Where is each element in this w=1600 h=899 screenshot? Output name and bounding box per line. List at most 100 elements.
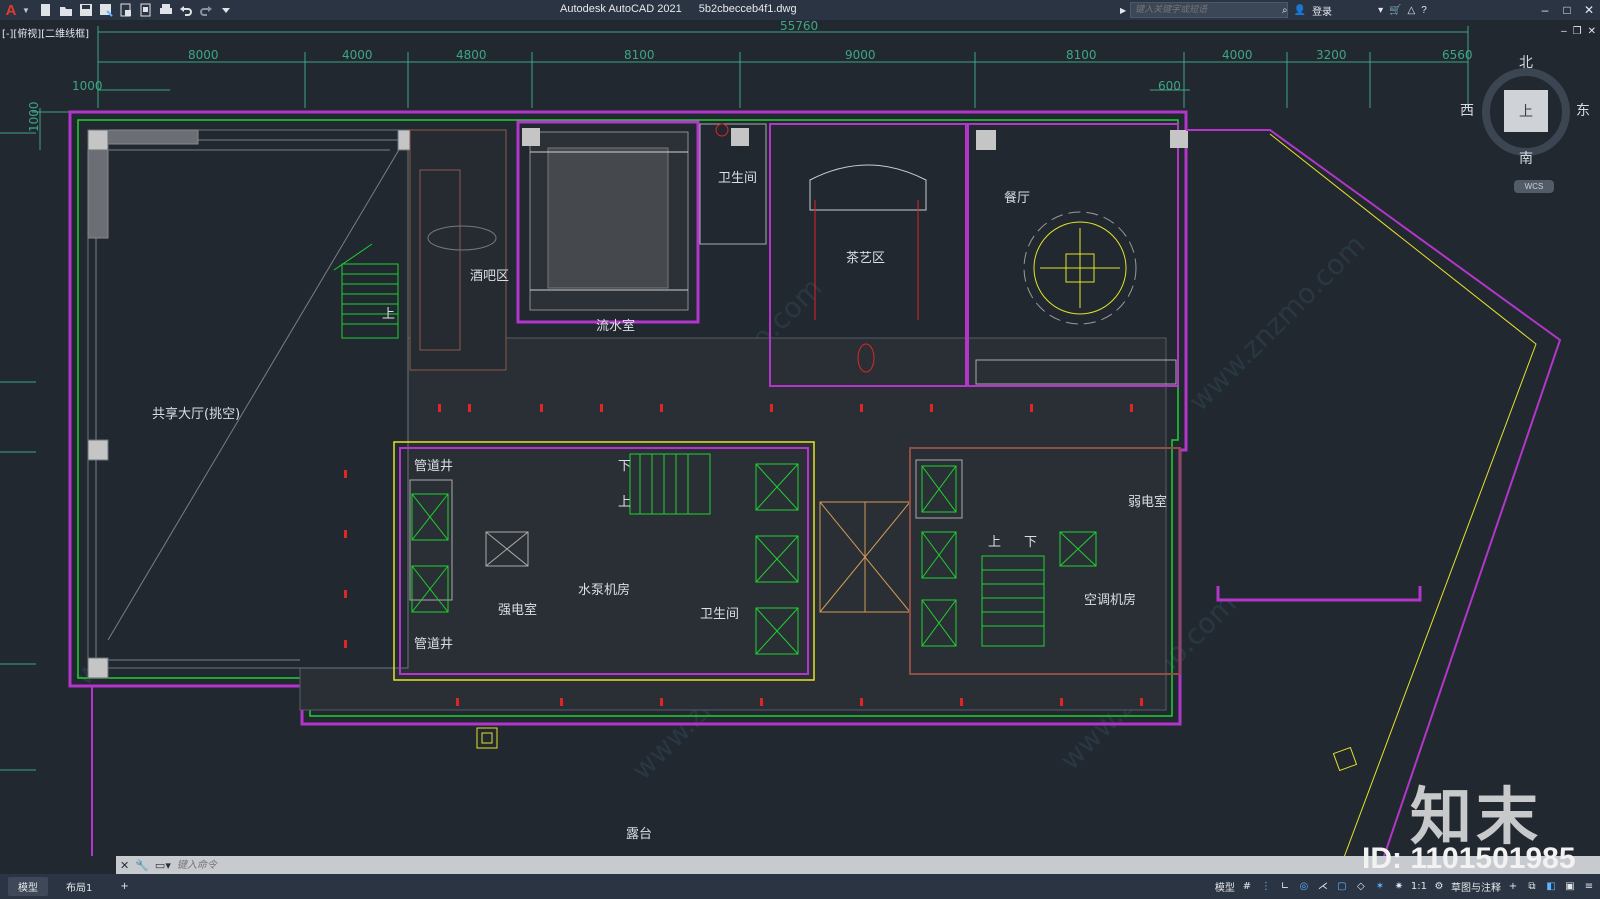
room-label-tea-area: 茶艺区 — [846, 250, 885, 266]
workspace-gear-icon[interactable]: ⚙ — [1432, 878, 1446, 894]
dim-label: 4000 — [1222, 48, 1253, 62]
stair-up-label-core: 上 — [618, 495, 631, 510]
annotation-visibility-icon[interactable]: ✶ — [1373, 878, 1387, 894]
annotation-scale-button[interactable]: 1:1 — [1411, 878, 1427, 894]
tab-model[interactable]: 模型 — [8, 877, 48, 896]
dim-label: 4800 — [456, 48, 487, 62]
title-bar: A ▼ Autodesk AutoCAD 2021 5b2cbecceb4f1.… — [0, 0, 1600, 20]
doc-close-icon[interactable]: ✕ — [1588, 26, 1596, 37]
search-input[interactable] — [1130, 2, 1289, 18]
add-layout-icon[interactable]: + — [110, 879, 138, 894]
quick-properties-icon[interactable]: ⧉ — [1525, 878, 1539, 894]
clean-screen-icon[interactable]: ▣ — [1563, 878, 1577, 894]
open-web-icon[interactable] — [118, 2, 134, 18]
skylight — [819, 501, 911, 613]
isolate-objects-icon[interactable]: ◧ — [1544, 878, 1558, 894]
atrium-void — [87, 129, 419, 679]
status-toggles: 模型 # ⋮ ∟ ◎ ⋌ ▢ ◇ ✶ ✷ 1:1 ⚙ 草图与注释 + ⧉ ◧ ▣… — [1215, 878, 1596, 894]
close-command-line-icon[interactable]: ✕ — [120, 859, 129, 872]
file-name: 5b2cbecceb4f1.dwg — [698, 3, 797, 15]
ortho-icon[interactable]: ∟ — [1278, 878, 1292, 894]
dim-overall: 55760 — [780, 20, 818, 33]
open-folder-icon[interactable] — [58, 2, 74, 18]
dim-label: 9000 — [845, 48, 876, 62]
dim-label: 8000 — [188, 48, 219, 62]
doc-restore-icon[interactable]: ❐ — [1573, 26, 1582, 37]
viewport-controls-label[interactable]: [-][俯视][二维线框] — [2, 25, 89, 40]
customize-wrench-icon[interactable]: 🔧 — [135, 859, 149, 872]
room-label-atrium: 共享大厅(挑空) — [152, 406, 240, 422]
room-label-strong-elec: 强电室 — [498, 602, 537, 618]
quick-access-toolbar — [38, 2, 234, 18]
cart-icon[interactable]: 🛒 — [1389, 5, 1401, 16]
room-label-wc-mid: 卫生间 — [700, 607, 739, 622]
room-label-bar: 酒吧区 — [470, 269, 509, 284]
polar-icon[interactable]: ◎ — [1297, 878, 1311, 894]
customize-menu-icon[interactable]: ≡ — [1582, 878, 1596, 894]
brand-id-text: ID: 1101501985 — [1362, 842, 1576, 875]
workspace-switch-button[interactable]: 草图与注释 — [1451, 878, 1501, 894]
login-caret-icon[interactable]: ▾ — [1378, 5, 1383, 16]
stair-up-label: 上 — [382, 307, 395, 322]
room-label-wc-top: 卫生间 — [718, 171, 757, 186]
room-label-terrace: 露台 — [626, 827, 652, 842]
maximize-icon[interactable]: □ — [1556, 0, 1578, 20]
save-web-icon[interactable] — [138, 2, 154, 18]
compass-west[interactable]: 西 — [1460, 100, 1474, 120]
command-line-tools: ✕ 🔧 ▭▾ — [116, 859, 171, 872]
compass-east[interactable]: 东 — [1576, 100, 1590, 120]
room-label-water-room: 流水室 — [596, 318, 635, 334]
dim-left: 1000 — [72, 79, 103, 93]
compass-south[interactable]: 南 — [1519, 148, 1533, 168]
autocad-logo-icon[interactable]: A — [0, 0, 22, 20]
status-bar: 模型 布局1 + 模型 # ⋮ ∟ ◎ ⋌ ▢ ◇ ✶ ✷ 1:1 ⚙ 草图与注… — [0, 874, 1600, 899]
title-right-tools: ⌕ 👤 登录 ▾ 🛒 △ ? — [1282, 0, 1427, 20]
minimize-icon[interactable]: – — [1534, 0, 1556, 20]
doc-minimize-icon[interactable]: – — [1561, 26, 1567, 37]
customize-qat-icon[interactable] — [218, 2, 234, 18]
model-space-button[interactable]: 模型 — [1215, 878, 1235, 894]
window-title: Autodesk AutoCAD 2021 5b2cbecceb4f1.dwg — [560, 3, 811, 15]
dim-side: 1000 — [27, 101, 41, 132]
save-as-icon[interactable] — [98, 2, 114, 18]
grid-icon[interactable]: # — [1240, 878, 1254, 894]
stair-up-label-right: 上 — [988, 535, 1001, 550]
help-icon[interactable]: ? — [1421, 5, 1427, 16]
room-label-weak-elec: 弱电室 — [1128, 494, 1167, 510]
isodraft-icon[interactable]: ⋌ — [1316, 878, 1330, 894]
stair-down-label: 下 — [618, 459, 631, 474]
new-file-icon[interactable] — [38, 2, 54, 18]
compass-north[interactable]: 北 — [1519, 52, 1533, 72]
snap-icon[interactable]: ⋮ — [1259, 878, 1273, 894]
search-expand-icon[interactable]: ▶ — [1120, 6, 1126, 15]
units-icon[interactable]: + — [1506, 878, 1520, 894]
wcs-menu[interactable]: WCS — [1514, 180, 1554, 193]
app-name: Autodesk AutoCAD 2021 — [560, 3, 682, 15]
search-icon[interactable]: ⌕ — [1282, 5, 1288, 16]
viewcube-top-face[interactable]: 上 — [1504, 90, 1548, 132]
autodesk-a360-icon[interactable]: △ — [1408, 5, 1416, 16]
app-menu-caret-icon[interactable]: ▼ — [22, 6, 30, 15]
help-search: ▶ — [1120, 2, 1289, 18]
bar-area — [409, 129, 507, 371]
selection-cycling-icon[interactable]: ◇ — [1354, 878, 1368, 894]
window-controls: – □ ✕ — [1534, 0, 1600, 20]
undo-icon[interactable] — [178, 2, 194, 18]
user-icon[interactable]: 👤 — [1294, 5, 1306, 16]
drawing-canvas[interactable]: 55760 8000 4000 4800 8100 9000 8100 4000… — [0, 20, 1600, 856]
stair-down-label-right: 下 — [1024, 535, 1037, 550]
dim-label: 4000 — [342, 48, 373, 62]
dim-label: 3200 — [1316, 48, 1347, 62]
viewcube[interactable]: 上 北 南 东 西 WCS — [1460, 52, 1600, 202]
tab-layout1[interactable]: 布局1 — [56, 877, 102, 896]
object-snap-icon[interactable]: ▢ — [1335, 878, 1349, 894]
login-link[interactable]: 登录 — [1312, 3, 1332, 18]
auto-scale-icon[interactable]: ✷ — [1392, 878, 1406, 894]
dim-label: 8100 — [624, 48, 655, 62]
document-window-controls: – ❐ ✕ — [1561, 26, 1596, 37]
save-icon[interactable] — [78, 2, 94, 18]
recent-commands-icon[interactable]: ▭▾ — [155, 859, 171, 872]
plot-icon[interactable] — [158, 2, 174, 18]
close-icon[interactable]: ✕ — [1578, 0, 1600, 20]
redo-icon[interactable] — [198, 2, 214, 18]
